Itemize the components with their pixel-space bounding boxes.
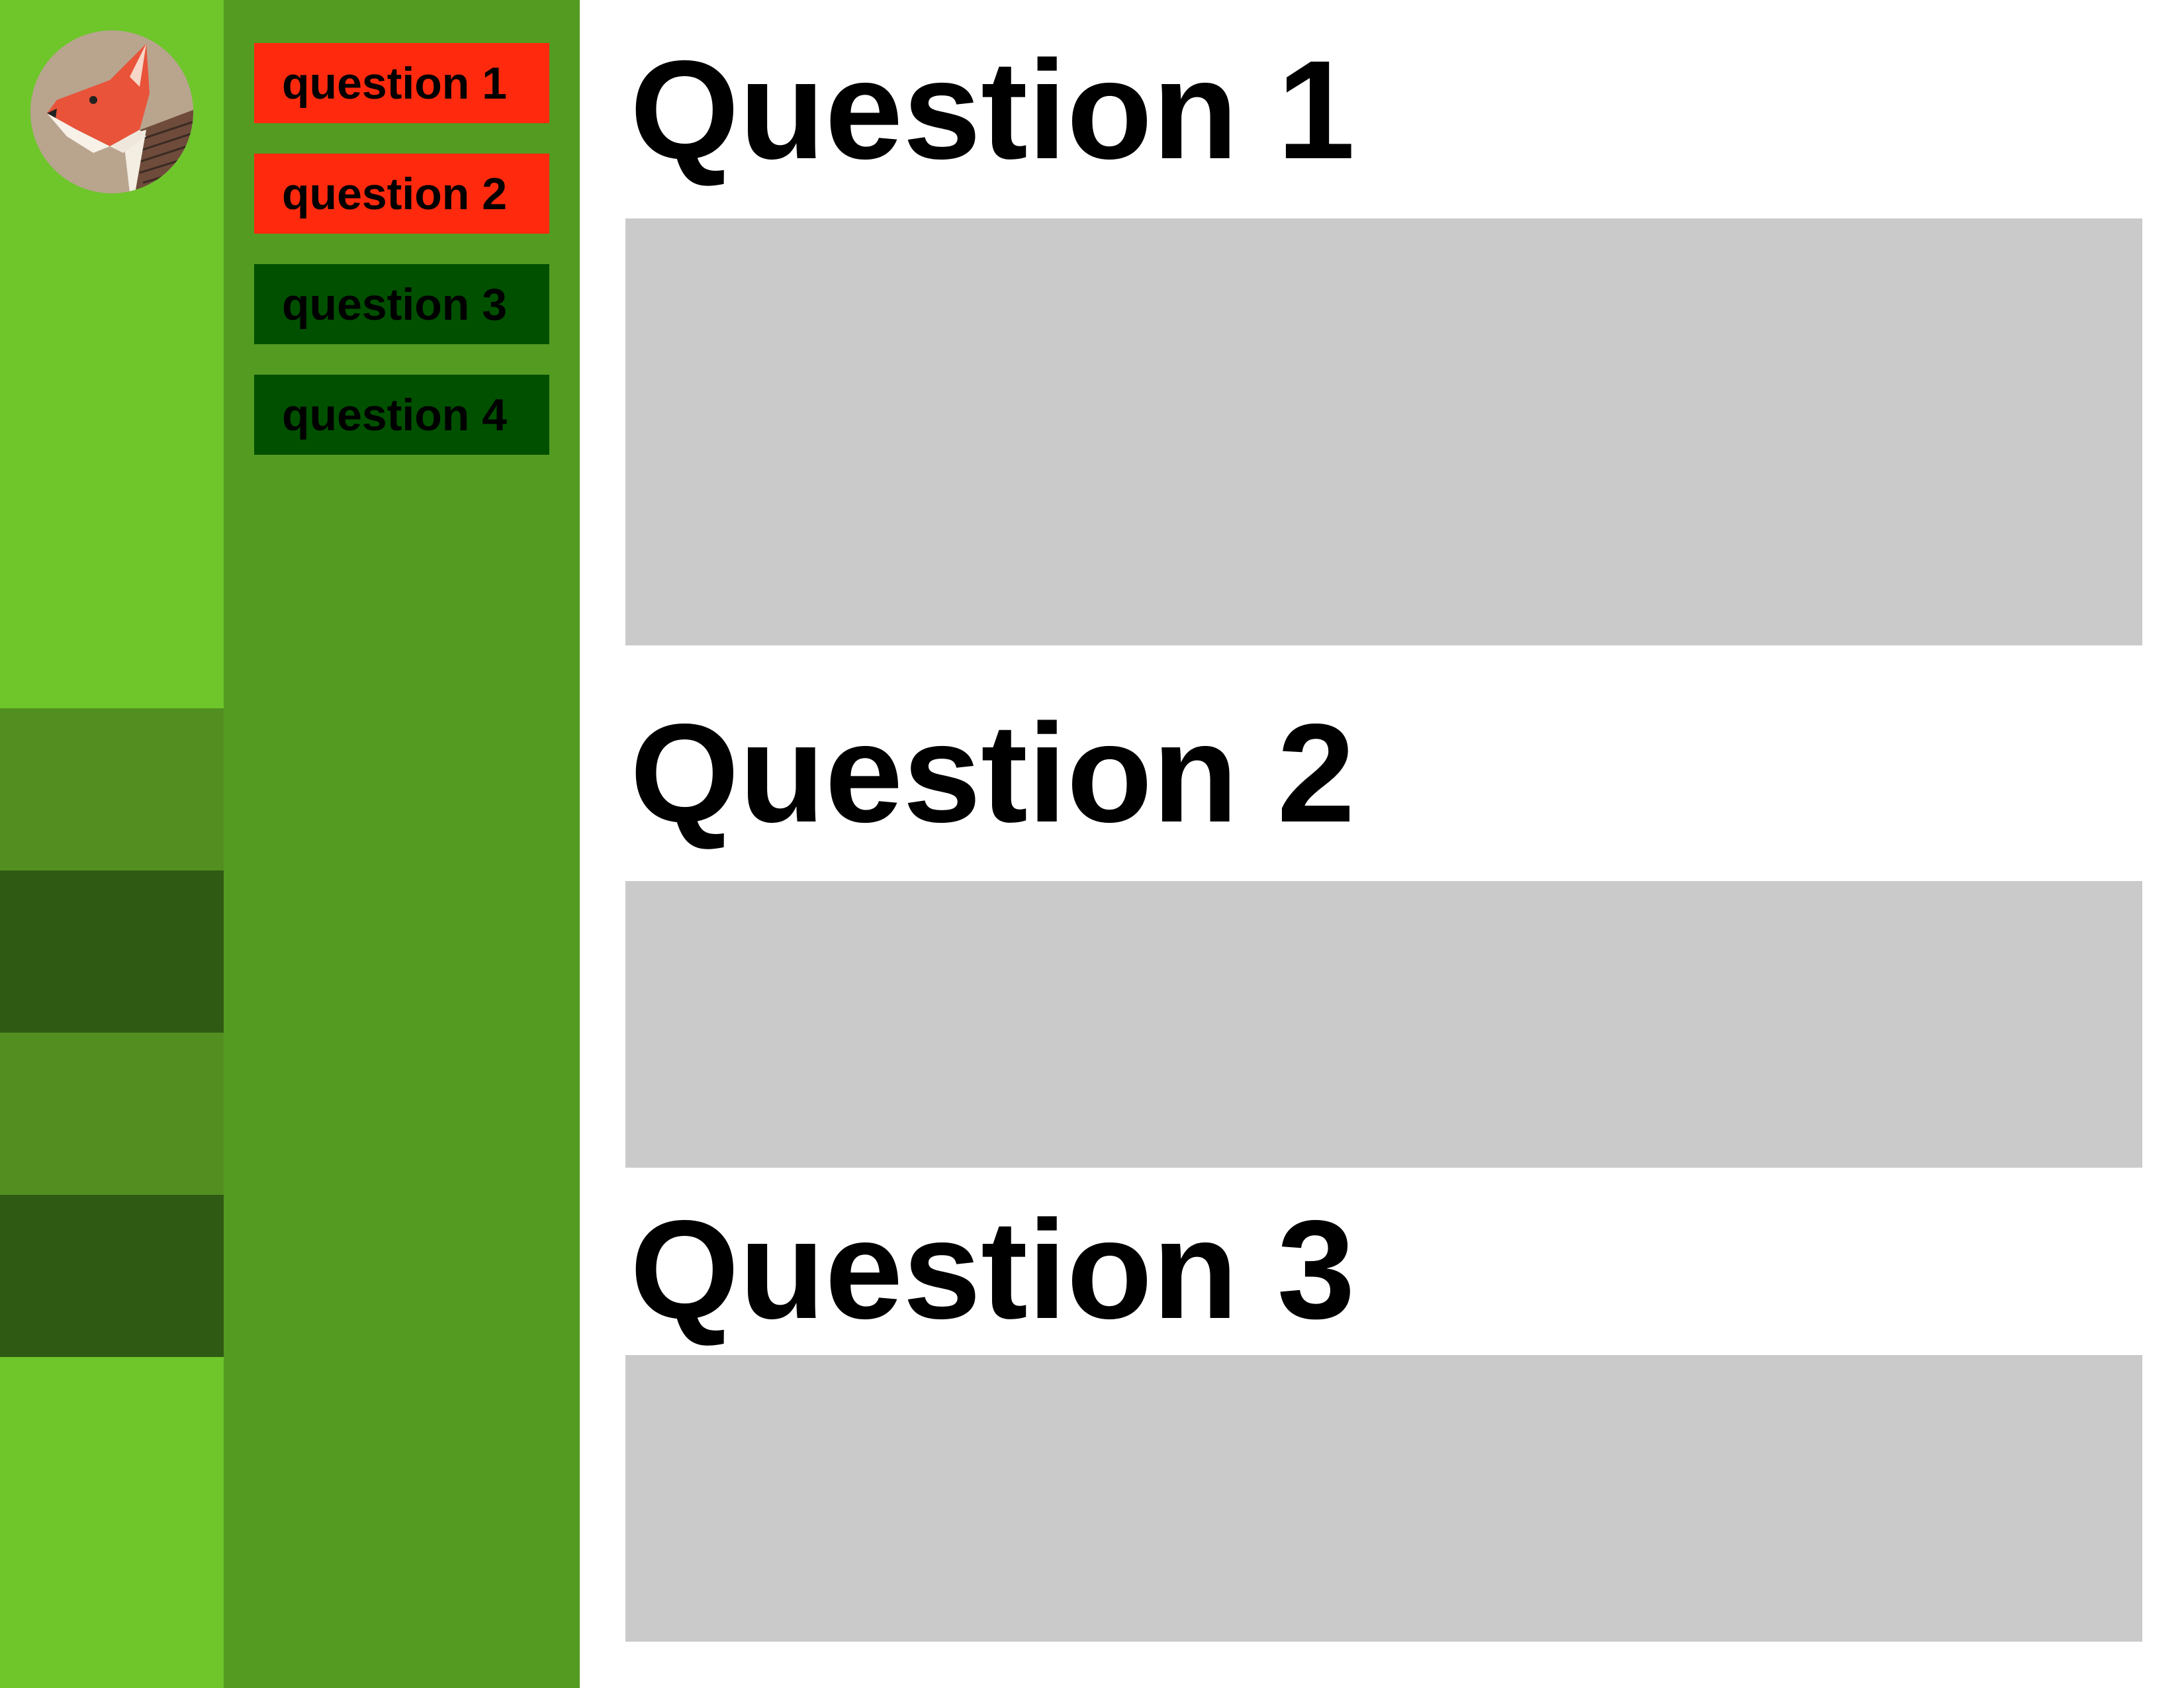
question-1-answer-box[interactable] bbox=[625, 218, 2142, 645]
left-rail bbox=[0, 0, 224, 1688]
question-4-button[interactable]: question 4 bbox=[254, 375, 549, 455]
question-2-button[interactable]: question 2 bbox=[254, 154, 549, 234]
question-nav: question 1 question 2 question 3 questio… bbox=[224, 0, 580, 1688]
question-3-heading: Question 3 bbox=[630, 1191, 1355, 1348]
fox-avatar-icon[interactable] bbox=[30, 30, 193, 193]
rail-block bbox=[0, 1033, 224, 1195]
question-2-heading: Question 2 bbox=[630, 694, 1355, 851]
question-3-button[interactable]: question 3 bbox=[254, 264, 549, 344]
app-window: question 1 question 2 question 3 questio… bbox=[0, 0, 2184, 1688]
question-2-answer-box[interactable] bbox=[625, 881, 2142, 1168]
rail-block bbox=[0, 1195, 224, 1357]
main-content: Question 1 Question 2 Question 3 bbox=[580, 0, 2184, 1688]
question-1-button[interactable]: question 1 bbox=[254, 43, 549, 123]
question-1-heading: Question 1 bbox=[630, 31, 1355, 188]
question-3-answer-box[interactable] bbox=[625, 1355, 2142, 1642]
rail-block bbox=[0, 708, 224, 870]
rail-block bbox=[0, 870, 224, 1033]
